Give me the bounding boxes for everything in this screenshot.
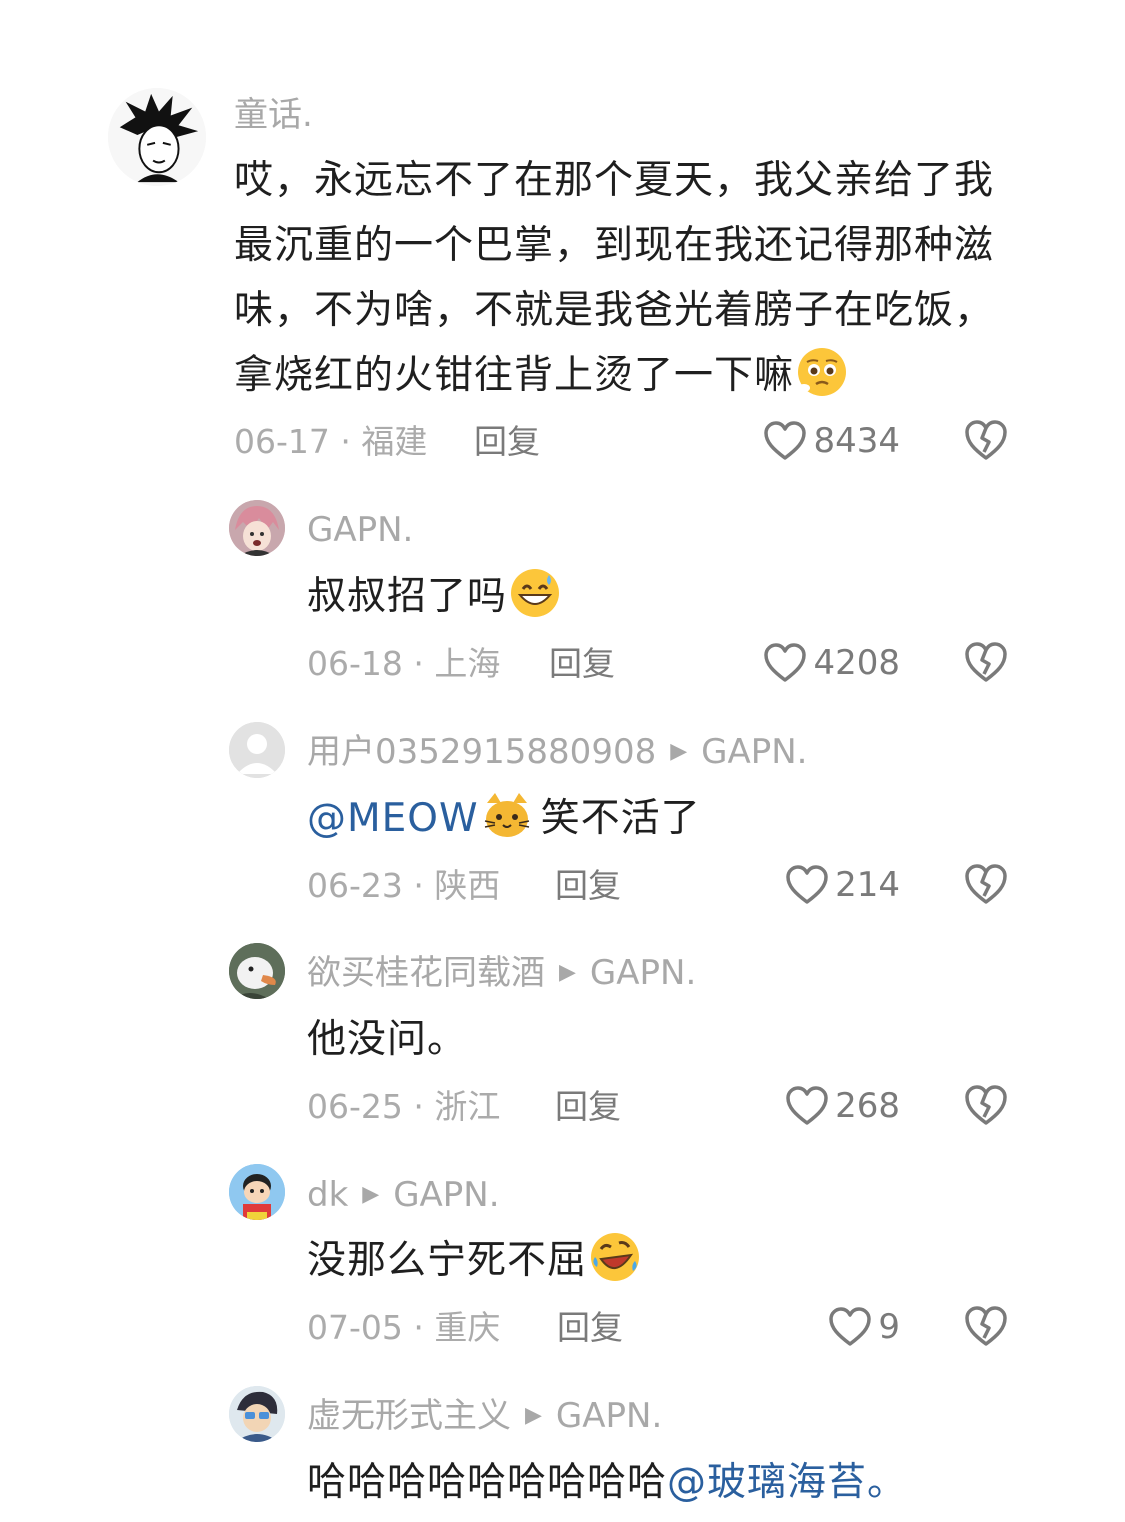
comment-text-line: 味，不为啥，不就是我爸光着膀子在吃饭， (234, 288, 995, 333)
pleading-face-emoji-icon (796, 346, 848, 398)
comment-text-line: 最沉重的一个巴掌，到现在我还记得那种滋 (234, 223, 995, 268)
comment-text-line: 哎，永远忘不了在那个夏天，我父亲给了我 (234, 158, 995, 203)
username-line: 虚无形式主义 ▶ GAPN. (307, 1399, 662, 1433)
comment-text-line-content: 拿烧红的火钳往背上烫了一下嘛 (234, 353, 795, 398)
reply-to-username[interactable]: GAPN. (556, 1399, 662, 1433)
triangle-right-icon: ▶ (362, 1182, 380, 1207)
triangle-right-icon: ▶ (670, 739, 688, 764)
username[interactable]: 欲买桂花同载酒 (307, 956, 545, 990)
like-count: 268 (835, 1086, 900, 1126)
avatar-cartoon-boy-image (229, 1164, 285, 1220)
comment-text-content: 叔叔招了吗 (307, 574, 508, 619)
like-count: 4208 (813, 643, 900, 683)
broken-heart-icon (965, 1306, 1007, 1346)
reply-button[interactable]: 回复 (555, 1090, 621, 1123)
triangle-right-icon: ▶ (559, 960, 576, 985)
heart-outline-icon (786, 865, 828, 904)
reply-button[interactable]: 回复 (555, 869, 621, 902)
dislike-button[interactable] (963, 418, 1009, 462)
username-line: 用户0352915880908 ▶ GAPN. (307, 735, 808, 769)
avatar-anime-image (229, 500, 285, 556)
rolling-laughing-emoji-icon (589, 1231, 641, 1283)
grinning-sweat-emoji-icon (509, 567, 561, 619)
like-button[interactable]: 4208 (763, 642, 900, 684)
triangle-right-icon: ▶ (525, 1403, 542, 1428)
comment-text-line: 拿烧红的火钳往背上烫了一下嘛 (234, 343, 994, 408)
broken-heart-icon (965, 642, 1007, 682)
like-button[interactable]: 214 (785, 864, 900, 906)
avatar-cartoon-image (229, 1386, 285, 1442)
like-button[interactable]: 9 (828, 1306, 900, 1348)
username[interactable]: 虚无形式主义 (307, 1399, 511, 1433)
comment-text-content: 没那么宁死不屈 (307, 1238, 588, 1283)
username-line: dk ▶ GAPN. (307, 1178, 500, 1212)
avatar[interactable] (229, 1164, 285, 1220)
reply-button[interactable]: 回复 (549, 647, 615, 680)
comment-text: 叔叔招了吗 (307, 564, 561, 629)
heart-outline-icon (829, 1307, 872, 1346)
reply-to-username[interactable]: GAPN. (590, 956, 696, 990)
username[interactable]: 用户0352915880908 (307, 735, 656, 769)
comment-text-content: 笑不活了 (540, 796, 701, 841)
heart-outline-icon (764, 421, 807, 460)
username-line: 欲买桂花同载酒 ▶ GAPN. (307, 956, 696, 990)
broken-heart-icon (965, 420, 1007, 460)
like-button[interactable]: 268 (785, 1085, 900, 1127)
username[interactable]: 童话. (234, 98, 313, 132)
heart-outline-icon (764, 643, 807, 682)
comment-text-content: 哈哈哈哈哈哈哈哈哈 (307, 1460, 668, 1505)
username[interactable]: dk (307, 1178, 348, 1212)
like-count: 9 (878, 1307, 900, 1347)
like-count: 8434 (813, 421, 900, 461)
avatar-goose-image (229, 943, 285, 999)
reply-to-username[interactable]: GAPN. (701, 735, 807, 769)
mention-link[interactable]: @玻璃海苔。 (667, 1460, 907, 1505)
comment-text: 哎，永远忘不了在那个夏天，我父亲给了我 最沉重的一个巴掌，到现在我还记得那种滋 … (234, 148, 994, 408)
heart-outline-icon (786, 1086, 828, 1125)
username-line: 童话. (234, 98, 313, 132)
broken-heart-icon (965, 864, 1007, 904)
comment-meta: 06-25 · 浙江 (307, 1087, 501, 1126)
username-line: GAPN. (307, 513, 413, 547)
comment-text: 他没问。 (307, 1007, 467, 1072)
like-button[interactable]: 8434 (763, 420, 900, 462)
dislike-button[interactable] (963, 1083, 1009, 1127)
avatar[interactable] (229, 1386, 285, 1442)
comment-meta: 06-23 · 陕西 (307, 866, 501, 905)
avatar[interactable] (229, 722, 285, 778)
reply-to-username[interactable]: GAPN. (393, 1178, 499, 1212)
reply-button[interactable]: 回复 (557, 1311, 623, 1344)
comment-text: @MEOW 笑不活了 (307, 786, 701, 851)
comment-meta: 06-18 · 上海 (307, 644, 501, 683)
comment-text: 哈哈哈哈哈哈哈哈哈@玻璃海苔。 (307, 1450, 907, 1515)
dislike-button[interactable] (963, 1304, 1009, 1348)
comment-meta: 06-17 · 福建 (234, 422, 428, 461)
comment-text: 没那么宁死不屈 (307, 1228, 641, 1293)
mention-link[interactable]: @MEOW (307, 796, 479, 841)
username[interactable]: GAPN. (307, 513, 413, 547)
dislike-button[interactable] (963, 640, 1009, 684)
avatar[interactable] (108, 88, 206, 186)
avatar-goku-image (108, 88, 206, 186)
default-user-avatar-icon (229, 722, 285, 778)
cat-face-emoji-icon (481, 789, 533, 841)
comment-meta: 07-05 · 重庆 (307, 1308, 501, 1347)
avatar[interactable] (229, 500, 285, 556)
comment-text-content: 他没问。 (307, 1017, 468, 1062)
dislike-button[interactable] (963, 862, 1009, 906)
reply-button[interactable]: 回复 (474, 425, 540, 458)
like-count: 214 (835, 865, 900, 905)
avatar[interactable] (229, 943, 285, 999)
broken-heart-icon (965, 1085, 1007, 1125)
